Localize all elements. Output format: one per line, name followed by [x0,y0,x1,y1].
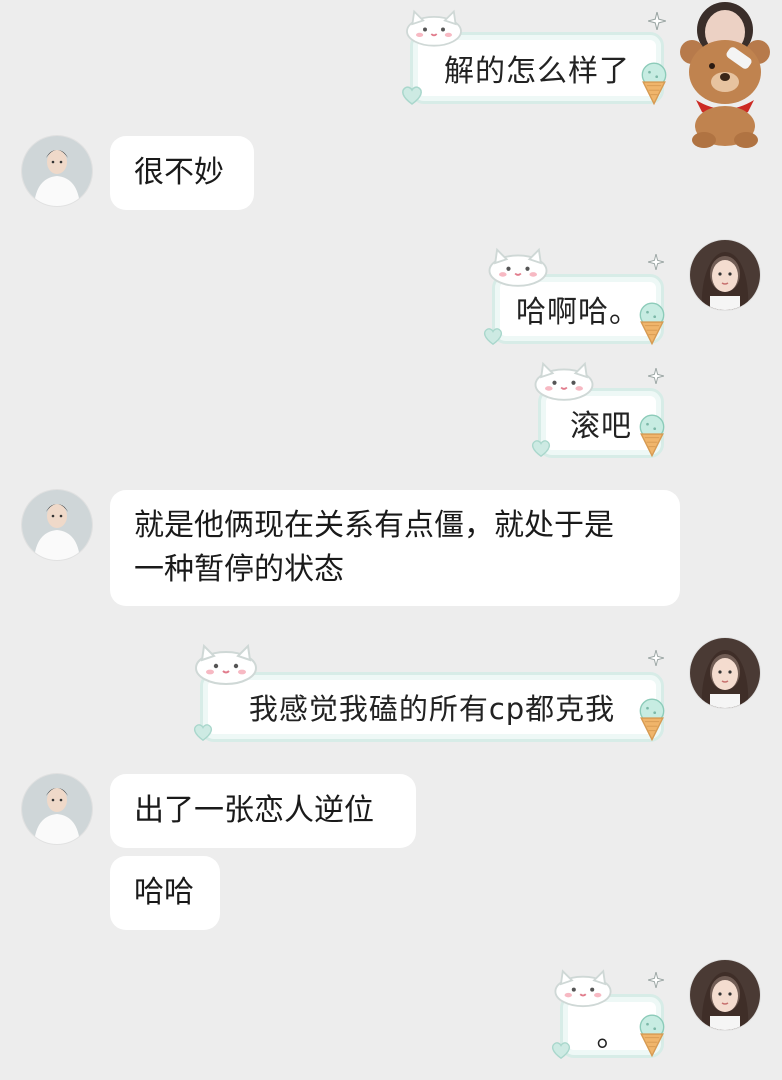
cat-sticker-icon [480,240,556,288]
cat-sticker-icon [526,354,602,402]
message-text: 哈哈 [134,875,194,910]
chat-bubble-incoming[interactable]: 哈哈 [110,856,220,930]
sparkle-icon [648,650,664,666]
girl-avatar-icon [690,240,760,310]
cat-sticker-icon [186,636,266,686]
heart-icon [550,1040,572,1060]
heart-icon [400,84,424,106]
ice-cream-icon [636,60,672,106]
chat-bubble-incoming[interactable]: 出了一张恋人逆位 [110,774,416,848]
boy-avatar-icon [22,774,92,844]
avatar-boy[interactable] [22,774,92,844]
sparkle-icon [648,12,666,30]
teddy-bear-avatar[interactable] [678,0,772,150]
cat-sticker-icon [546,962,620,1008]
ice-cream-icon [634,300,670,346]
sparkle-icon [648,972,664,988]
heart-icon [192,722,214,742]
ice-cream-icon [634,696,670,742]
heart-icon [482,326,504,346]
girl-avatar-icon [690,638,760,708]
ice-cream-icon [634,412,670,458]
chat-bubble-incoming[interactable]: 很不妙 [110,136,254,210]
message-text: 我感觉我磕的所有cp都克我 [248,692,616,726]
avatar-boy[interactable] [22,136,92,206]
avatar-girl[interactable] [690,638,760,708]
message-text-line: 一种暂停的状态 [134,552,344,587]
avatar-girl[interactable] [690,240,760,310]
chat-bubble-outgoing[interactable]: 我感觉我磕的所有cp都克我 [200,672,664,742]
boy-avatar-icon [22,490,92,560]
message-text-line: 就是他俩现在关系有点僵，就处于是 [134,508,614,543]
chat-bubble-incoming[interactable]: 就是他俩现在关系有点僵，就处于是 一种暂停的状态 [110,490,680,606]
boy-avatar-icon [22,136,92,206]
avatar-boy[interactable] [22,490,92,560]
teddy-bear-icon [680,2,770,148]
avatar-girl[interactable] [690,960,760,1030]
heart-icon [530,438,552,458]
sparkle-icon [648,368,664,384]
cat-sticker-icon [398,2,470,48]
ice-cream-icon [634,1012,670,1058]
sparkle-icon [648,254,664,270]
message-text: 很不妙 [134,155,224,190]
message-text: 出了一张恋人逆位 [134,793,374,828]
girl-avatar-icon [690,960,760,1030]
